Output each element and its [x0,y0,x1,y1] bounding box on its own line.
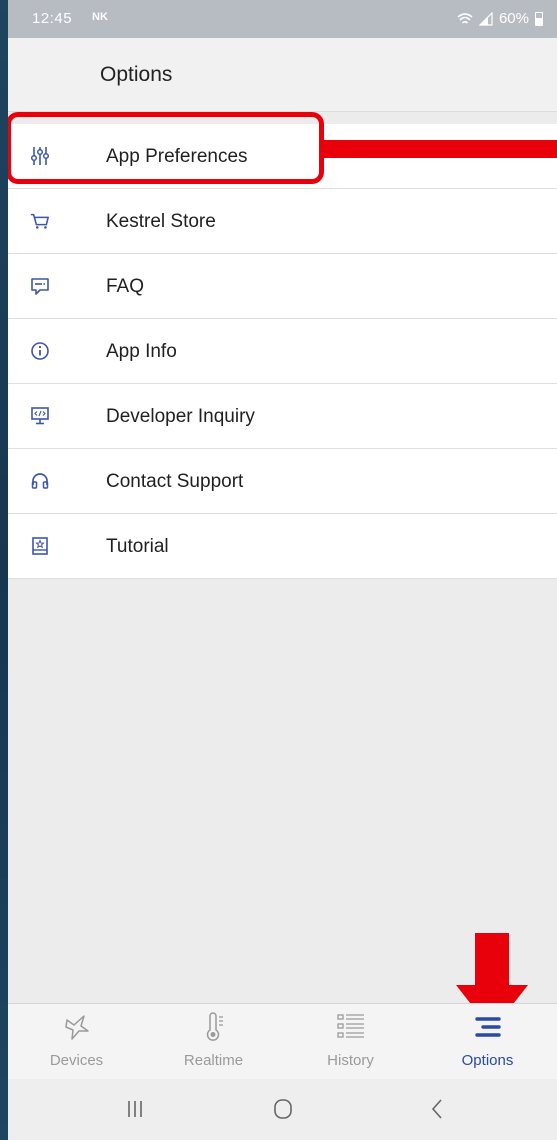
list-icon [336,1014,364,1038]
book-icon [30,536,50,556]
tab-label: History [327,1052,374,1069]
back-icon[interactable] [418,1091,458,1127]
status-bar: 12:45 NK 60% [8,0,557,38]
annotation-pointer-arrow [324,140,557,158]
battery-percent: 60% [498,10,529,27]
status-time: 12:45 [32,10,73,27]
app-header: Options [8,38,557,112]
menu-icon [474,1017,501,1037]
annotation-highlight-box [8,112,324,184]
home-icon[interactable] [263,1091,303,1127]
bottom-tab-bar: Devices Realtime History Options [8,1003,557,1079]
thermometer-icon [206,1012,223,1041]
menu-label: Contact Support [106,471,244,492]
cart-icon [30,211,50,231]
tab-options[interactable]: Options [419,1004,556,1080]
menu-label: App Info [106,341,177,362]
headset-icon [30,471,50,491]
nfc-badge: NK [92,11,108,23]
menu-label: FAQ [106,276,145,297]
menu-item-contact-support[interactable]: Contact Support [8,449,557,514]
tab-label: Options [461,1052,514,1069]
menu-label: Tutorial [106,536,169,557]
menu-label: Kestrel Store [106,211,216,232]
menu-item-faq[interactable]: FAQ [8,254,557,319]
chat-icon [30,276,50,296]
tab-label: Realtime [183,1052,244,1069]
menu-item-tutorial[interactable]: Tutorial [8,514,557,579]
menu-item-app-info[interactable]: App Info [8,319,557,384]
menu-label: Developer Inquiry [106,406,255,427]
tab-label: Devices [49,1052,104,1069]
wifi-icon [457,12,473,24]
battery-icon [535,11,543,26]
device-frame-edge [0,0,8,1140]
signal-icon [478,11,493,26]
tab-devices[interactable]: Devices [8,1004,145,1080]
tab-realtime[interactable]: Realtime [145,1004,282,1080]
recent-apps-icon[interactable] [115,1091,155,1127]
options-menu-list: App Preferences Kestrel Store FAQ App In… [8,124,557,579]
bird-icon [64,1015,89,1040]
menu-item-kestrel-store[interactable]: Kestrel Store [8,189,557,254]
system-nav-bar [8,1079,557,1140]
code-monitor-icon [30,406,50,426]
page-title: Options [100,63,173,86]
phone-screen: 12:45 NK 60% Options App Preferences Kes… [8,0,557,1140]
menu-item-developer-inquiry[interactable]: Developer Inquiry [8,384,557,449]
status-indicators: 60% [457,10,543,27]
tab-history[interactable]: History [282,1004,419,1080]
info-icon [30,341,50,361]
